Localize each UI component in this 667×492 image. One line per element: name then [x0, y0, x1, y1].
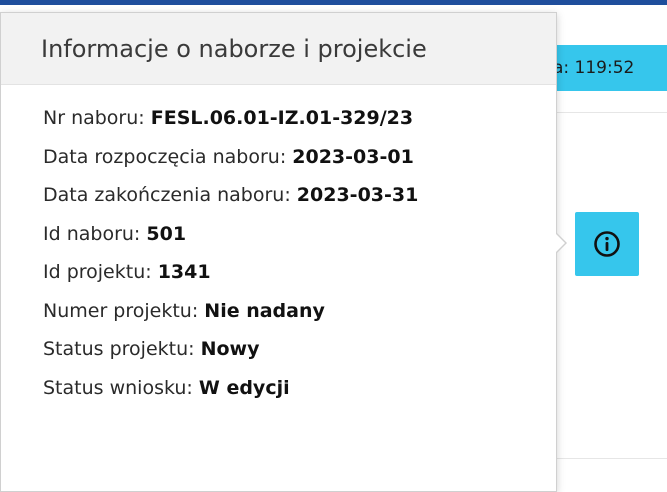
project-info-popover: Informacje o naborze i projekcie Nr nabo…: [0, 12, 557, 492]
popover-title: Informacje o naborze i projekcie: [1, 13, 556, 85]
popover-body: Nr naboru: FESL.06.01-IZ.01-329/23 Data …: [1, 85, 556, 407]
info-label: Data zakończenia naboru:: [43, 184, 297, 206]
divider: [555, 112, 667, 113]
info-row-nr-naboru: Nr naboru: FESL.06.01-IZ.01-329/23: [43, 99, 556, 138]
info-row-id-naboru: Id naboru: 501: [43, 215, 556, 254]
info-button[interactable]: [575, 212, 639, 276]
info-row-id-projektu: Id projektu: 1341: [43, 253, 556, 292]
info-value: 2023-03-31: [296, 184, 419, 206]
info-label: Data rozpoczęcia naboru:: [43, 145, 293, 168]
info-label: Numer projektu:: [43, 299, 205, 322]
session-timer-text: a: 119:52: [553, 58, 635, 78]
info-row-data-rozpoczecia: Data rozpoczęcia naboru: 2023-03-01: [43, 138, 556, 177]
info-value: FESL.06.01-IZ.01-329/23: [150, 107, 414, 129]
info-label: Id projektu:: [43, 261, 158, 283]
info-label: Id naboru:: [43, 222, 147, 245]
popover-arrow-inner: [555, 233, 565, 253]
info-value: 501: [146, 222, 187, 245]
info-value: Nie nadany: [204, 299, 325, 322]
info-label: Nr naboru:: [43, 107, 151, 129]
info-value: 2023-03-01: [292, 145, 414, 168]
info-label: Status projektu:: [43, 338, 201, 360]
info-value: W edycji: [198, 376, 290, 399]
divider: [555, 458, 667, 459]
info-row-status-wniosku: Status wniosku: W edycji: [43, 369, 556, 408]
info-value: 1341: [157, 261, 211, 283]
info-label: Status wniosku:: [43, 376, 199, 399]
info-circle-icon: [594, 231, 620, 257]
info-row-data-zakonczenia: Data zakończenia naboru: 2023-03-31: [43, 176, 556, 215]
top-nav-bar: [0, 0, 667, 5]
info-row-status-projektu: Status projektu: Nowy: [43, 330, 556, 369]
info-value: Nowy: [200, 338, 260, 360]
session-timer-badge: a: 119:52: [545, 45, 667, 91]
info-row-numer-projektu: Numer projektu: Nie nadany: [43, 292, 556, 331]
